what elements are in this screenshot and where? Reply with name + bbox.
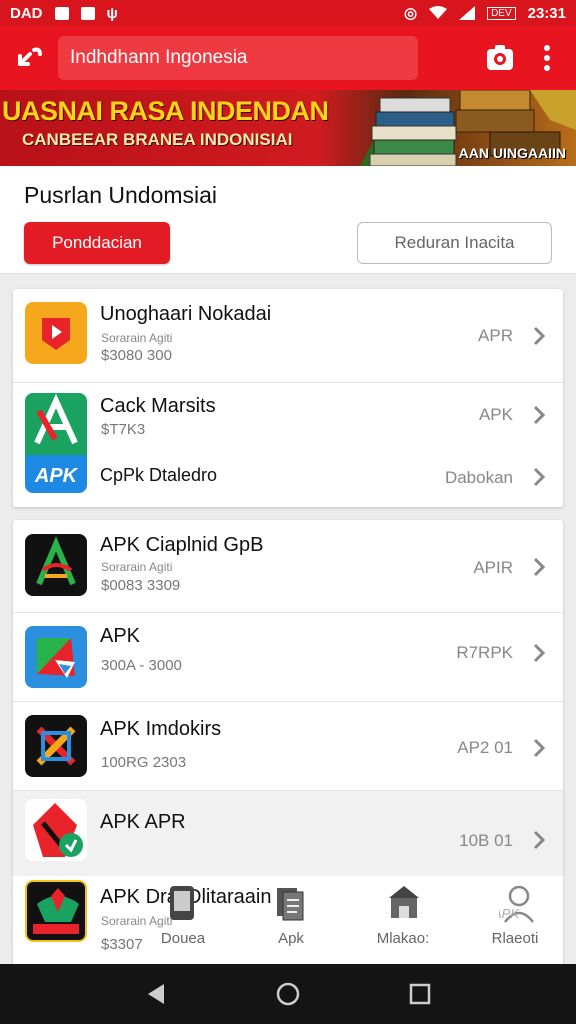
secondary-filter-button[interactable]: Reduran Inacita bbox=[357, 222, 552, 264]
app-name: Unoghaari Nokadai bbox=[100, 303, 272, 325]
notification-icon bbox=[54, 6, 69, 20]
nav-item-douea[interactable]: Douea bbox=[128, 870, 238, 962]
nav-item-mlakao[interactable]: Mlakao: bbox=[348, 870, 458, 962]
phone-icon bbox=[170, 886, 194, 920]
chevron-right-icon bbox=[533, 738, 546, 758]
chevron-right-icon bbox=[533, 467, 546, 487]
wifi-icon bbox=[429, 6, 448, 19]
app-name: APK Ciaplnid GpB bbox=[100, 534, 264, 556]
list-item[interactable]: APK Cack Marsits $T7K3 APK CpPk Dtaledro… bbox=[13, 383, 563, 507]
back-arrow-icon[interactable] bbox=[12, 40, 48, 76]
x-cross-icon bbox=[25, 715, 87, 777]
list-item[interactable]: APK 300A - 3000 R7RPK bbox=[13, 613, 563, 702]
google-play-icon bbox=[25, 626, 87, 688]
chevron-right-icon bbox=[533, 557, 546, 577]
section-heading: Pusrlan Undomsiai bbox=[24, 182, 218, 208]
nav-label: Mlakao: bbox=[376, 930, 430, 947]
app-tag: APIR bbox=[473, 558, 513, 577]
camera-icon[interactable] bbox=[480, 38, 520, 78]
app-name: APK bbox=[100, 625, 141, 647]
app-tag: AP2 01 bbox=[457, 738, 513, 757]
app-meta: $T7K3 bbox=[101, 421, 146, 438]
app-tag: 10B 01 bbox=[459, 831, 513, 850]
nav-label: Apk bbox=[278, 930, 304, 947]
app-name: Cack Marsits bbox=[100, 395, 216, 417]
usb-icon: ψ bbox=[106, 4, 118, 22]
status-left-text: DAD bbox=[10, 4, 43, 22]
primary-filter-button[interactable]: Ponddacian bbox=[24, 222, 170, 264]
red-shield-icon bbox=[25, 799, 87, 861]
app-developer: Sorarain Agiti bbox=[101, 560, 173, 574]
app-name: APK Imdokirs bbox=[100, 718, 222, 740]
apk-label: APK bbox=[34, 465, 78, 487]
more-options-icon[interactable] bbox=[530, 38, 564, 78]
status-bar: DAD ψ ◎ DEV 23:31 bbox=[0, 0, 576, 26]
app-bar: Indhdhann Ingonesia bbox=[0, 26, 576, 90]
app-list-card-1: Unoghaari Nokadai Sorarain Agiti $3080 3… bbox=[13, 289, 563, 507]
app-tag: APR bbox=[478, 326, 513, 345]
chevron-right-icon bbox=[533, 326, 546, 346]
list-item[interactable]: Unoghaari Nokadai Sorarain Agiti $3080 3… bbox=[13, 289, 563, 383]
system-navigation-bar bbox=[0, 964, 576, 1024]
banner-subtitle: CANBEEAR BRANEA INDONISIAI bbox=[22, 130, 293, 149]
banner-title: UASNAI RASA INDENDAN bbox=[2, 96, 329, 126]
nav-item-rlaeoti[interactable]: APK Rlaeoti bbox=[460, 870, 570, 962]
garuda-apk-icon bbox=[25, 880, 87, 942]
clock: 23:31 bbox=[527, 4, 566, 22]
app-tag: APK bbox=[478, 405, 513, 424]
app-meta: 300A - 3000 bbox=[101, 657, 182, 674]
system-home-icon[interactable] bbox=[275, 981, 301, 1007]
app-meta: 100RG 2303 bbox=[101, 754, 187, 771]
app-meta: $0083 3309 bbox=[101, 577, 181, 594]
list-item[interactable]: APK Ciaplnid GpB Sorarain Agiti $0083 33… bbox=[13, 520, 563, 613]
youtube-play-icon bbox=[25, 302, 87, 364]
system-recents-icon[interactable] bbox=[408, 982, 432, 1006]
section-panel: Pusrlan Undomsiai Ponddacian Reduran Ina… bbox=[0, 166, 576, 274]
chevron-right-icon bbox=[533, 830, 546, 850]
app-tag: Dabokan bbox=[444, 468, 513, 487]
nav-label: Rlaeoti bbox=[491, 930, 539, 947]
svg-text:APK: APK bbox=[499, 906, 520, 921]
alarm-icon: ◎ bbox=[403, 5, 418, 22]
list-item[interactable]: APK APR 10B 01 bbox=[13, 791, 563, 876]
chevron-right-icon bbox=[533, 643, 546, 663]
user-apk-icon: APK bbox=[499, 885, 534, 923]
apk-a-icon: APK bbox=[25, 393, 87, 493]
system-back-icon[interactable] bbox=[144, 982, 168, 1006]
app-tag: R7RPK bbox=[456, 643, 513, 662]
green-a-icon bbox=[25, 534, 87, 596]
documents-icon bbox=[277, 888, 304, 921]
app-name-secondary: CpPk Dtaledro bbox=[100, 465, 218, 485]
signal-icon bbox=[459, 6, 476, 20]
app-developer: Sorarain Agiti bbox=[101, 331, 173, 345]
nav-item-apk[interactable]: Apk bbox=[236, 870, 346, 962]
nav-label: Douea bbox=[160, 930, 206, 947]
promo-banner[interactable]: UASNAI RASA INDENDAN CANBEEAR BRANEA IND… bbox=[0, 90, 576, 166]
banner-badge: AAN UINGAAIIN bbox=[458, 145, 566, 161]
list-item[interactable]: APK Imdokirs 100RG 2303 AP2 01 bbox=[13, 702, 563, 791]
app-name: APK APR bbox=[100, 811, 186, 833]
store-icon bbox=[389, 886, 419, 918]
search-input[interactable]: Indhdhann Ingonesia bbox=[58, 36, 418, 80]
chevron-right-icon bbox=[533, 405, 546, 425]
battery-indicator: DEV bbox=[487, 6, 516, 20]
app-meta: $3080 300 bbox=[101, 347, 172, 364]
youtube-notification-icon bbox=[80, 6, 95, 20]
